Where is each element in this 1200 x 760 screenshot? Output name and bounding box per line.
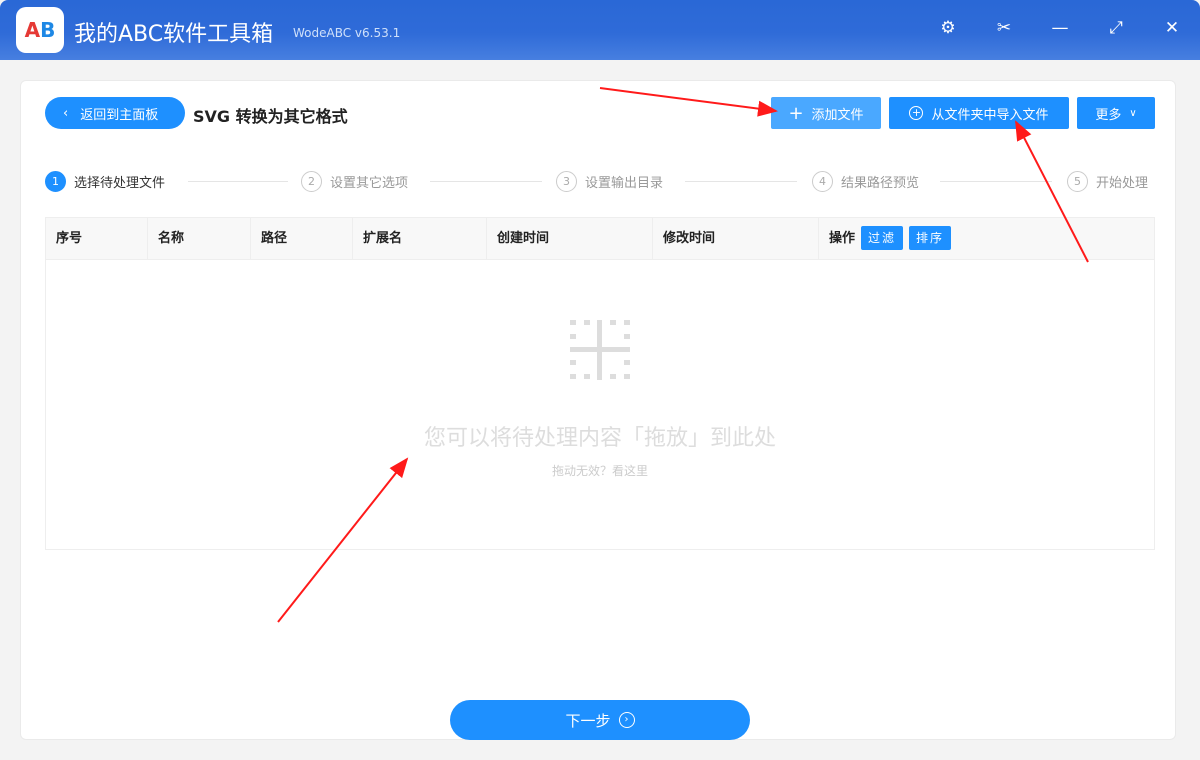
back-to-main-button[interactable]: ‹ 返回到主面板 [45, 97, 185, 129]
title-bar: AB 我的ABC软件工具箱 WodeABC v6.53.1 ⚙ ✂ — ⤢ ✕ [0, 0, 1200, 60]
step-1: 1 选择待处理文件 [45, 171, 165, 192]
chevron-left-icon: ‹ [63, 105, 69, 121]
col-created: 创建时间 [487, 218, 653, 259]
col-actions: 操作 过滤 排序 [819, 218, 1155, 259]
scissors-icon[interactable]: ✂ [992, 18, 1016, 38]
close-icon[interactable]: ✕ [1160, 18, 1184, 38]
step-3: 3 设置输出目录 [556, 171, 663, 192]
step-4: 4 结果路径预览 [812, 171, 919, 192]
step-label: 设置其它选项 [330, 176, 409, 191]
step-5: 5 开始处理 [1067, 171, 1148, 192]
col-name: 名称 [148, 218, 251, 259]
add-file-label: 添加文件 [811, 107, 864, 123]
step-label: 开始处理 [1096, 176, 1149, 191]
drop-help-link[interactable]: 拖动无效？看这里 [0, 462, 1200, 479]
step-2: 2 设置其它选项 [301, 171, 408, 192]
app-title: 我的ABC软件工具箱 [74, 22, 274, 47]
sort-button[interactable]: 排序 [909, 226, 952, 250]
import-folder-label: 从文件夹中导入文件 [931, 107, 1049, 123]
col-extension: 扩展名 [353, 218, 487, 259]
plus-icon: + [788, 102, 804, 124]
import-folder-button[interactable]: + 从文件夹中导入文件 [889, 97, 1069, 129]
next-label: 下一步 [565, 711, 611, 730]
plus-circle-icon: + [909, 106, 924, 120]
step-progress: 1 选择待处理文件 2 设置其它选项 3 设置输出目录 4 结果路径预览 5 开始处理 [45, 171, 1155, 193]
minimize-icon[interactable]: — [1048, 18, 1072, 38]
app-logo: AB [16, 7, 64, 53]
step-number: 1 [45, 171, 66, 192]
step-number: 3 [556, 171, 577, 192]
next-step-button[interactable]: 下一步 › [450, 700, 750, 740]
arrow-right-circle-icon: › [618, 712, 635, 728]
col-modified: 修改时间 [653, 218, 819, 259]
more-label: 更多 [1095, 107, 1122, 123]
step-label: 选择待处理文件 [74, 176, 166, 191]
back-label: 返回到主面板 [80, 107, 159, 123]
chevron-down-icon: ∨ [1129, 107, 1137, 119]
file-table: 序号 名称 路径 扩展名 创建时间 修改时间 操作 过滤 排序 [45, 217, 1155, 550]
step-number: 4 [812, 171, 833, 192]
step-label: 结果路径预览 [841, 176, 920, 191]
step-number: 5 [1067, 171, 1088, 192]
filter-button[interactable]: 过滤 [861, 226, 904, 250]
drop-zone-icon [570, 320, 630, 380]
col-index: 序号 [46, 218, 148, 259]
step-label: 设置输出目录 [585, 176, 664, 191]
step-number: 2 [301, 171, 322, 192]
page-title: SVG 转换为其它格式 [193, 107, 348, 126]
add-file-button[interactable]: + 添加文件 [771, 97, 881, 129]
actions-label: 操作 [829, 231, 856, 246]
drop-zone-message: 您可以将待处理内容「拖放」到此处 [423, 426, 776, 451]
maximize-icon[interactable]: ⤢ [1104, 18, 1128, 38]
table-header: 序号 名称 路径 扩展名 创建时间 修改时间 操作 过滤 排序 [46, 218, 1154, 260]
col-path: 路径 [251, 218, 353, 259]
settings-icon[interactable]: ⚙ [936, 18, 960, 38]
more-button[interactable]: 更多 ∨ [1077, 97, 1155, 129]
app-version: WodeABC v6.53.1 [293, 26, 401, 40]
